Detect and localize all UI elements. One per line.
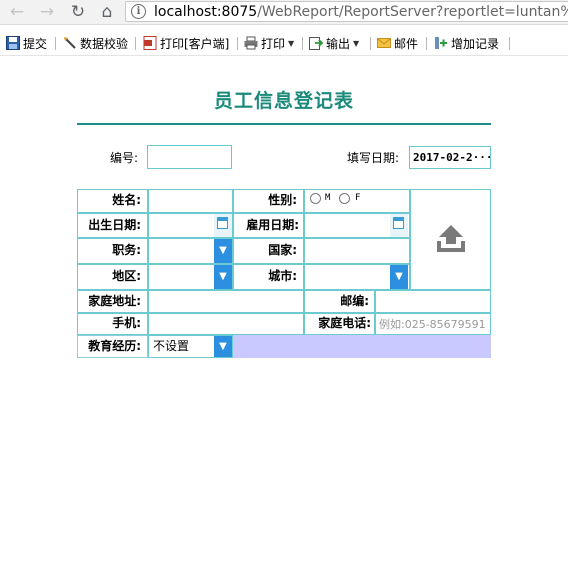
mobile-input[interactable] <box>148 313 304 335</box>
info-icon[interactable]: i <box>131 4 146 19</box>
forward-icon[interactable]: → <box>37 2 57 22</box>
upload-icon[interactable] <box>435 223 467 258</box>
printer-icon <box>244 36 258 50</box>
submit-button[interactable]: 提交 <box>6 34 47 52</box>
report-toolbar: 提交 数据校验 打印[客户端] 打印 ▼ 输出 ▼ 邮件 增加记录 <box>0 31 568 56</box>
calendar-icon[interactable] <box>214 214 232 237</box>
export-icon <box>309 36 324 50</box>
print-client-label: 打印[客户端] <box>160 36 230 51</box>
url-text: localhost:8075/WebReport/ReportServer?re… <box>154 4 568 20</box>
add-row-icon <box>434 36 448 50</box>
country-label: 国家: <box>268 243 297 257</box>
zip-input[interactable] <box>375 290 491 313</box>
email-label: 邮件 <box>394 36 419 51</box>
export-button[interactable]: 输出 ▼ <box>309 34 359 52</box>
name-input[interactable] <box>148 189 233 213</box>
gender-label: 性别: <box>268 193 297 207</box>
title-divider <box>77 123 491 125</box>
id-label: 编号: <box>110 151 139 165</box>
add-record-label: 增加记录 <box>451 36 500 51</box>
back-icon[interactable]: ← <box>7 2 27 22</box>
home-phone-placeholder: 例如:025-85679591 <box>379 318 486 331</box>
export-label: 输出 <box>326 36 351 51</box>
gender-option-m: M <box>325 193 331 203</box>
pdf-icon <box>143 36 157 50</box>
wand-icon <box>63 36 77 50</box>
chevron-down-icon: ▼ <box>288 38 295 48</box>
browser-bar: ← → ↻ ⌂ i localhost:8075/WebReport/Repor… <box>0 0 568 25</box>
email-button[interactable]: 邮件 <box>377 34 418 52</box>
save-icon <box>6 36 20 50</box>
fill-date-label: 填写日期: <box>347 151 400 165</box>
birth-label: 出生日期: <box>88 218 141 232</box>
toolbar-divider <box>55 37 56 50</box>
form-title: 员工信息登记表 <box>213 90 354 112</box>
chevron-down-icon[interactable]: ▼ <box>214 239 232 263</box>
chevron-down-icon[interactable]: ▼ <box>214 265 232 289</box>
education-value: 不设置 <box>153 339 190 353</box>
toolbar-divider <box>237 37 238 50</box>
mail-icon <box>377 36 391 50</box>
toolbar-divider <box>302 37 303 50</box>
region-label: 地区: <box>112 269 141 283</box>
address-bar[interactable]: i localhost:8075/WebReport/ReportServer?… <box>125 1 568 22</box>
hire-label: 雇用日期: <box>246 218 299 232</box>
gender-option-f: F <box>355 193 361 203</box>
zip-label: 邮编: <box>340 294 369 308</box>
gender-radio-m[interactable] <box>310 193 321 204</box>
toolbar-divider <box>135 37 136 50</box>
education-band <box>233 335 491 358</box>
mobile-label: 手机: <box>112 316 141 330</box>
validate-label: 数据校验 <box>80 36 129 51</box>
add-record-button[interactable]: 增加记录 <box>434 34 499 52</box>
home-icon[interactable]: ⌂ <box>97 2 117 22</box>
address-input[interactable] <box>148 290 304 313</box>
submit-label: 提交 <box>23 36 48 51</box>
home-phone-input[interactable]: 例如:025-85679591 <box>375 313 491 335</box>
position-label: 职务: <box>112 243 141 257</box>
calendar-icon[interactable] <box>390 214 408 237</box>
country-input[interactable] <box>304 238 410 264</box>
name-label: 姓名: <box>112 193 141 207</box>
employee-form-grid: 姓名: 性别: M F 出生日期: 雇用日期: 职务: ▼ 国家: 地区: ▼ … <box>77 189 491 359</box>
print-client-button[interactable]: 打印[客户端] <box>143 34 229 52</box>
chevron-down-icon: ▼ <box>353 38 360 48</box>
city-label: 城市: <box>268 269 297 283</box>
chevron-down-icon[interactable]: ▼ <box>390 265 408 289</box>
education-label: 教育经历: <box>88 339 141 353</box>
address-label: 家庭地址: <box>88 294 141 308</box>
validate-button[interactable]: 数据校验 <box>63 34 128 52</box>
gender-radio-f[interactable] <box>339 193 350 204</box>
reload-icon[interactable]: ↻ <box>68 2 88 22</box>
chevron-down-icon[interactable]: ▼ <box>214 336 232 357</box>
toolbar-divider <box>509 37 510 50</box>
print-label: 打印 <box>261 36 286 51</box>
id-input[interactable] <box>147 145 232 169</box>
toolbar-divider <box>370 37 371 50</box>
toolbar-divider <box>426 37 427 50</box>
home-phone-label: 家庭电话: <box>318 316 371 330</box>
fill-date-input[interactable]: 2017-02-2··· <box>409 146 491 169</box>
print-button[interactable]: 打印 ▼ <box>244 34 294 52</box>
